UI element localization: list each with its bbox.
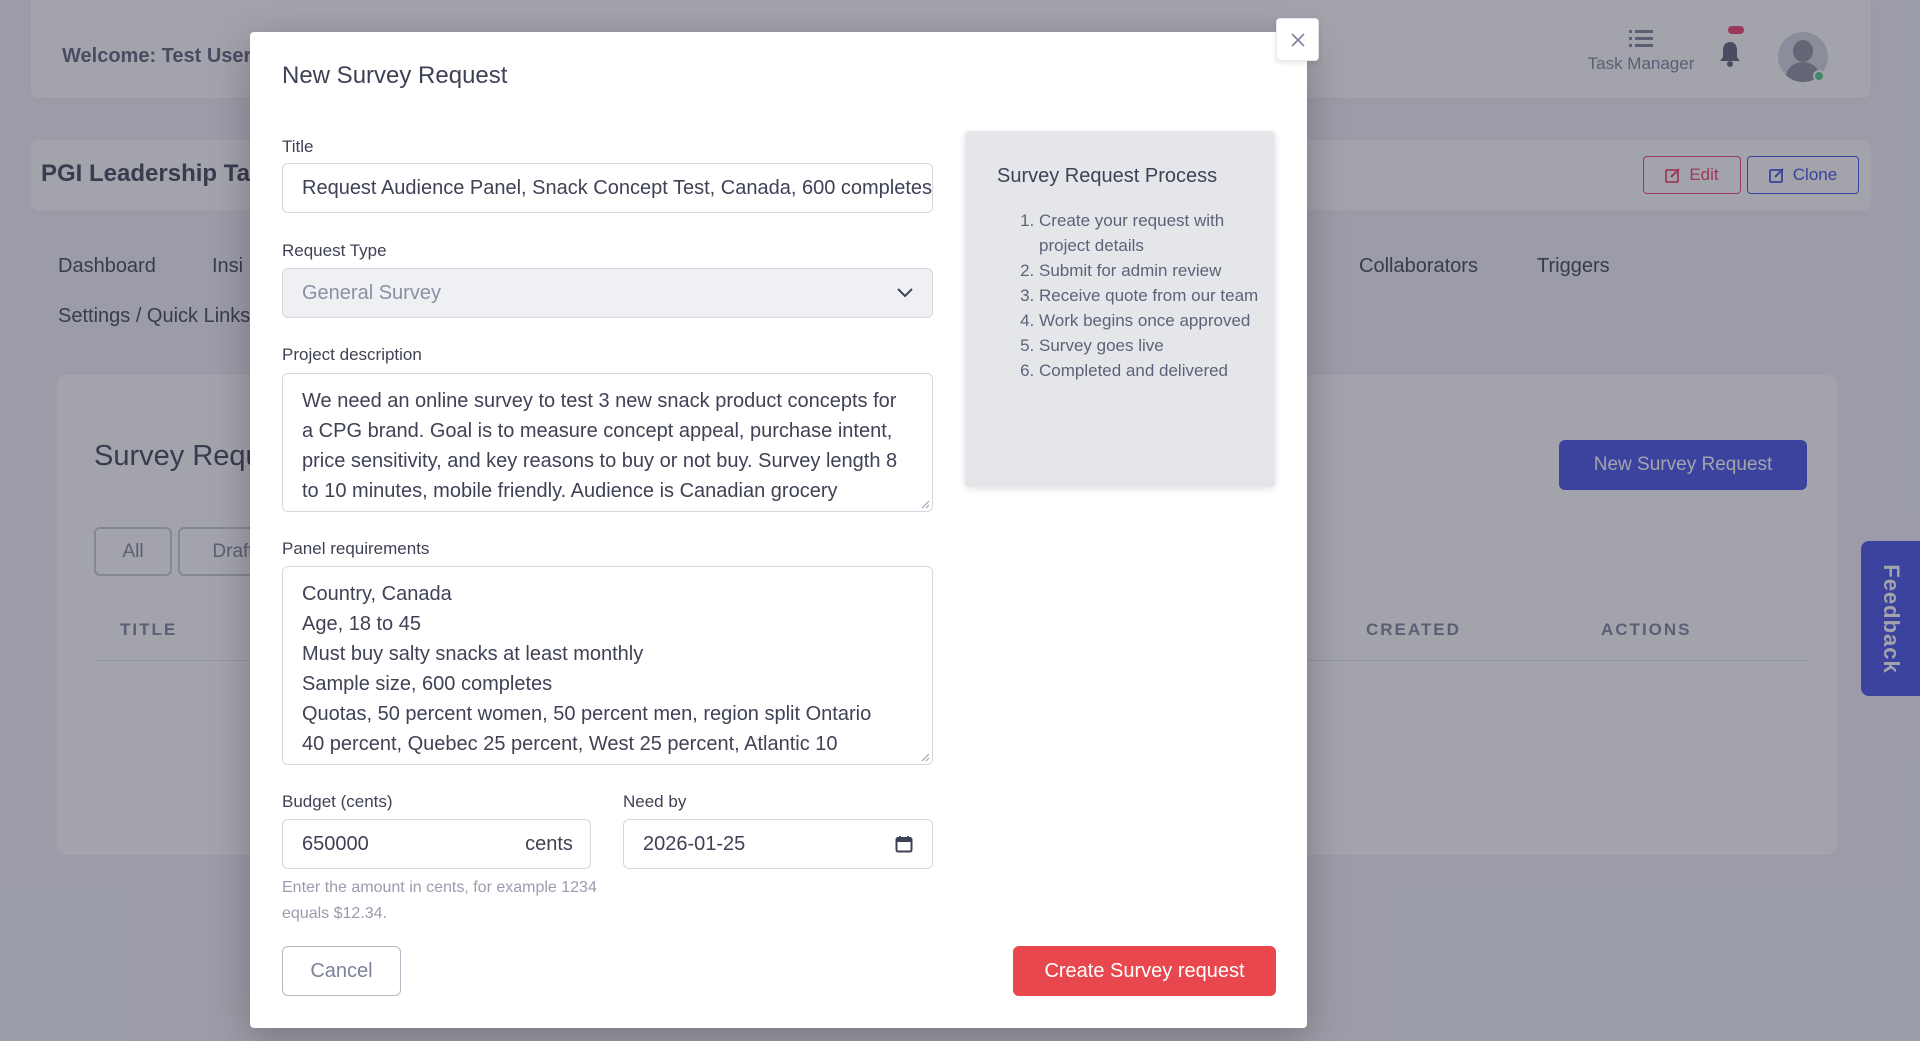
budget-unit-addon: cents	[508, 819, 591, 869]
process-step: 5. Survey goes live	[1017, 333, 1262, 358]
resize-grip-icon[interactable]	[920, 499, 930, 509]
process-step: 3. Receive quote from our team	[1017, 283, 1262, 308]
budget-value: 650000	[302, 832, 369, 855]
description-text: We need an online survey to test 3 new s…	[302, 390, 905, 511]
process-title: Survey Request Process	[997, 165, 1218, 187]
calendar-icon[interactable]	[895, 835, 913, 853]
panel-requirements-label: Panel requirements	[282, 539, 430, 558]
close-button[interactable]	[1276, 18, 1319, 61]
budget-input[interactable]: 650000	[282, 819, 509, 869]
title-input[interactable]: Request Audience Panel, Snack Concept Te…	[282, 163, 933, 213]
process-step-text: Work begins once approved	[1039, 311, 1251, 330]
modal-title: New Survey Request	[282, 62, 508, 89]
process-step: 4. Work begins once approved	[1017, 308, 1262, 333]
title-input-value: Request Audience Panel, Snack Concept Te…	[302, 176, 933, 199]
panel-line: 40 percent, Quebec 25 percent, West 25 p…	[302, 733, 838, 755]
panel-requirements-textarea[interactable]: Country, Canada Age, 18 to 45 Must buy s…	[282, 566, 933, 765]
request-type-label: Request Type	[282, 241, 387, 260]
resize-grip-icon[interactable]	[920, 752, 930, 762]
request-type-value: General Survey	[302, 281, 441, 304]
panel-line: Country, Canada	[302, 583, 452, 605]
create-survey-request-button[interactable]: Create Survey request	[1013, 946, 1276, 996]
process-step-text: Submit for admin review	[1039, 261, 1222, 280]
request-type-select[interactable]: General Survey	[282, 268, 933, 318]
panel-line: Must buy salty snacks at least monthly	[302, 643, 644, 665]
budget-label: Budget (cents)	[282, 792, 393, 811]
process-step-text: Survey goes live	[1039, 336, 1164, 355]
chevron-down-icon	[897, 288, 913, 298]
process-step-text: Receive quote from our team	[1039, 286, 1259, 305]
title-label: Title	[282, 137, 314, 156]
panel-line: Sample size, 600 completes	[302, 673, 553, 695]
process-step: 2. Submit for admin review	[1017, 258, 1262, 283]
panel-line: Quotas, 50 percent women, 50 percent men…	[302, 703, 872, 725]
process-step-text: Create your request with project details	[1039, 211, 1225, 255]
process-step: 1. Create your request with project deta…	[1017, 208, 1262, 258]
close-icon	[1290, 32, 1305, 47]
budget-hint: Enter the amount in cents, for example 1…	[282, 879, 597, 922]
process-step: 6. Completed and delivered	[1017, 358, 1262, 383]
description-textarea[interactable]: We need an online survey to test 3 new s…	[282, 373, 933, 512]
panel-line: Age, 18 to 45	[302, 613, 421, 635]
process-steps-list: 1. Create your request with project deta…	[1017, 208, 1262, 383]
need-by-label: Need by	[623, 792, 687, 811]
need-by-date-input[interactable]: 2026-01-25	[623, 819, 933, 869]
process-step-text: Completed and delivered	[1039, 361, 1229, 380]
need-by-value: 2026-01-25	[643, 832, 746, 855]
cancel-button[interactable]: Cancel	[282, 946, 401, 996]
description-label: Project description	[282, 345, 422, 364]
